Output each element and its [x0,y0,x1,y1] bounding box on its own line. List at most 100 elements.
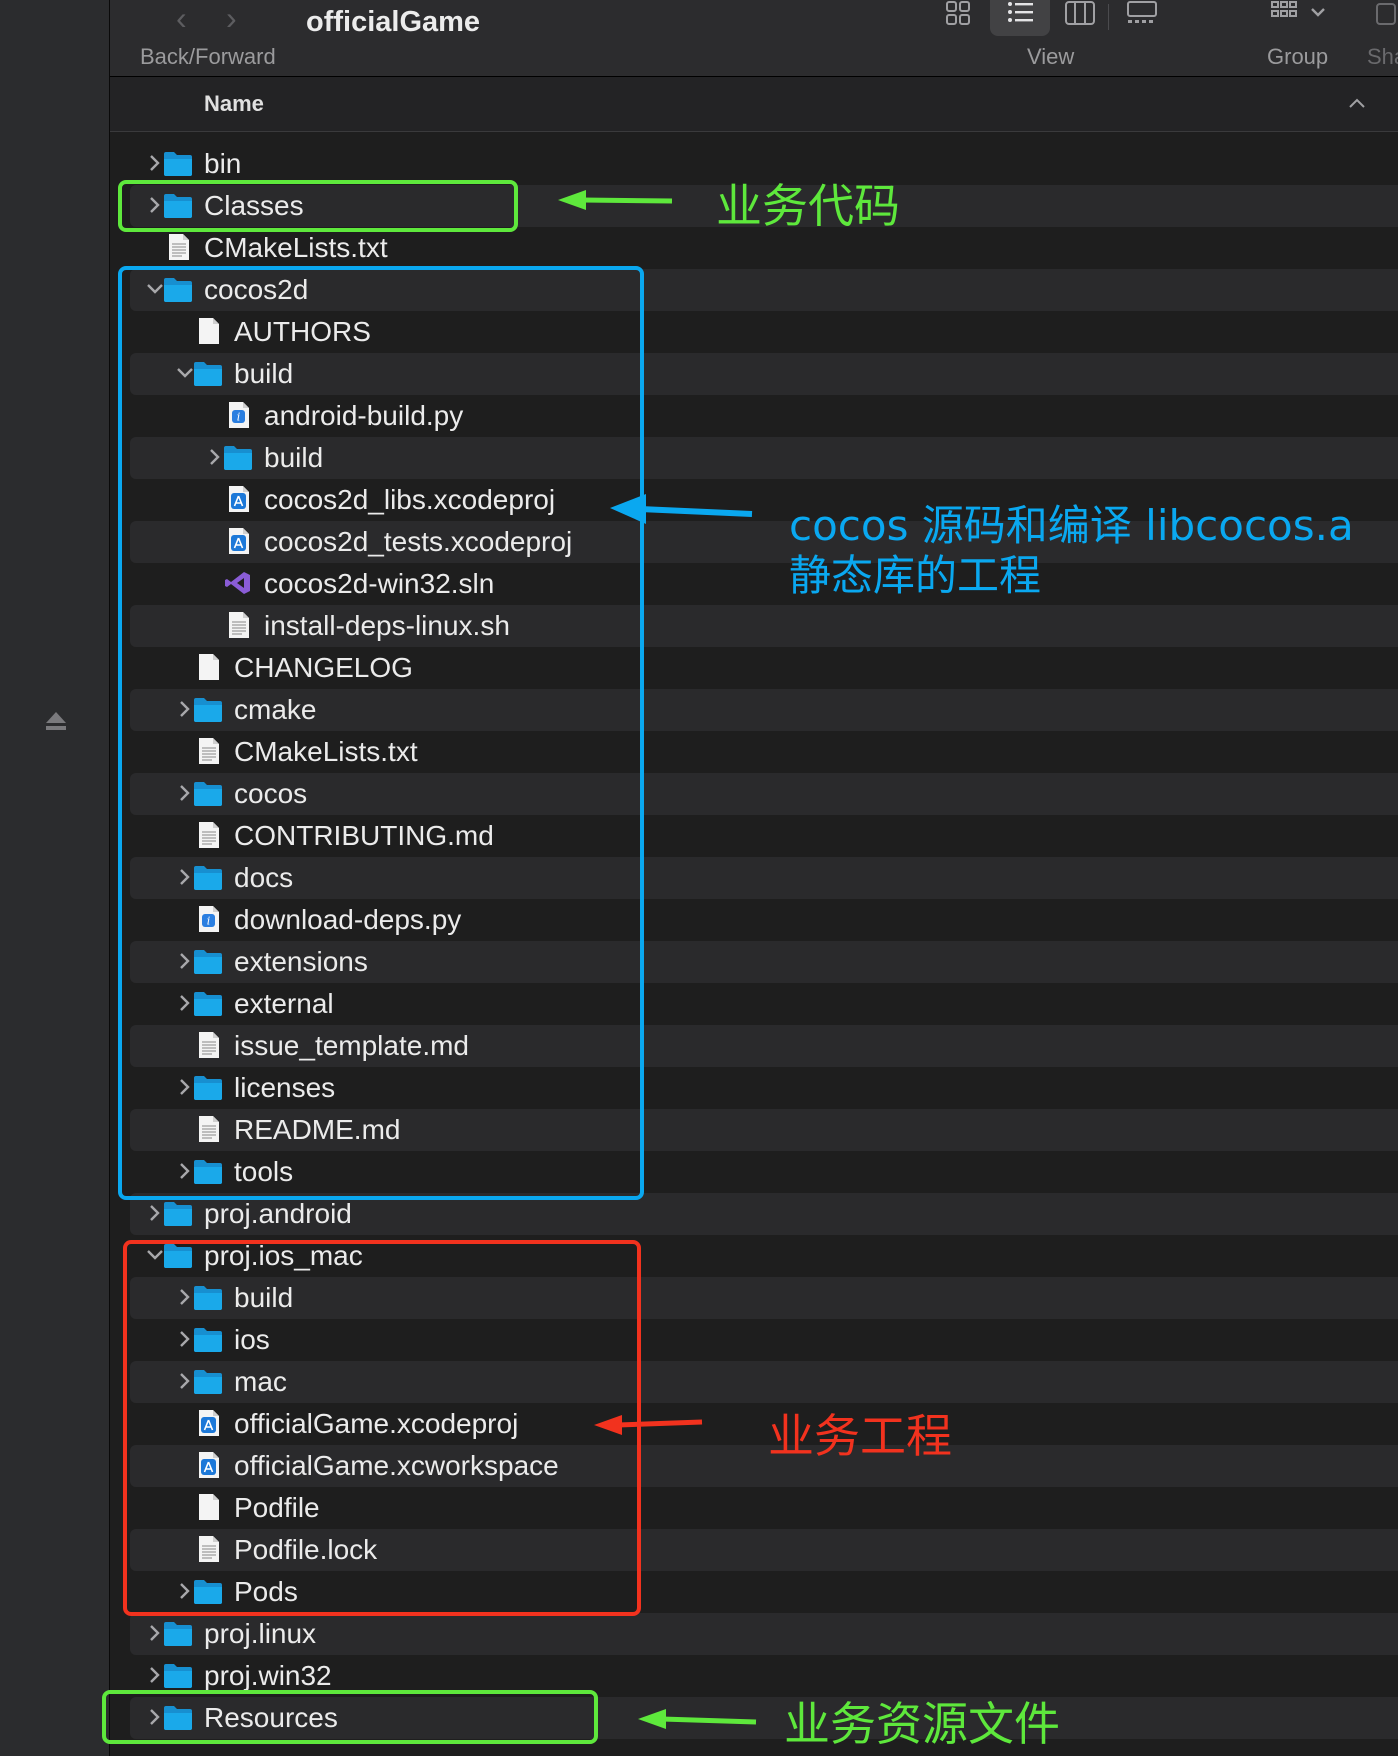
list-item[interactable]: i android-build.py [110,395,1398,437]
cocos-arrow-icon [610,494,753,524]
folder-icon [192,947,224,975]
python-file-icon: i [192,905,224,933]
file-name: download-deps.py [234,904,462,935]
text-document-icon [192,1535,224,1563]
file-name: extensions [234,946,368,977]
folder-icon [192,989,224,1017]
business-project-annotation: 业务工程 [768,1409,952,1463]
cocos-annotation-line2: 静态库的工程 [789,551,1042,600]
svg-text:i: i [237,411,241,424]
sort-ascending-chevron-icon[interactable] [1348,97,1366,109]
group-label: Group [1267,44,1329,69]
file-name: build [264,442,324,473]
xcode-project-icon [222,485,254,513]
list-item[interactable]: licenses [110,1067,1398,1109]
folder-icon [192,1325,224,1353]
file-name: cocos2d_tests.xcodeproj [264,526,573,557]
file-name: Pods [234,1576,298,1607]
file-name: proj.win32 [204,1660,332,1691]
file-name: docs [234,862,294,893]
folder-icon [162,1199,194,1227]
list-item[interactable]: issue_template.md [110,1025,1398,1067]
xcode-project-icon [192,1409,224,1437]
list-item[interactable]: ios [110,1319,1398,1361]
list-item[interactable]: build [110,353,1398,395]
folder-icon [192,1157,224,1185]
list-item[interactable]: install-deps-linux.sh [110,605,1398,647]
list-item[interactable]: proj.ios_mac [110,1235,1398,1277]
file-name: issue_template.md [234,1030,470,1061]
list-item[interactable]: CONTRIBUTING.md [110,815,1398,857]
text-document-icon [222,611,254,639]
business-code-arrow-icon [558,190,673,210]
list-item[interactable]: cocos2d [110,269,1398,311]
list-item[interactable]: cocos2d-win32.sln [110,563,1398,605]
file-name: cocos [234,778,308,809]
list-item[interactable]: Podfile [110,1487,1398,1529]
list-item[interactable]: CHANGELOG [110,647,1398,689]
file-name: licenses [234,1072,336,1103]
file-name: proj.android [204,1198,352,1229]
list-item[interactable]: extensions [110,941,1398,983]
list-item[interactable]: proj.win32 [110,1655,1398,1697]
text-document-icon [192,1031,224,1059]
file-name: Resources [204,1702,338,1733]
text-document-icon [162,233,194,261]
list-item[interactable]: officialGame.xcworkspace [110,1445,1398,1487]
folder-icon [192,1283,224,1311]
file-name: ios [234,1324,270,1355]
blank-document-icon [192,653,224,681]
eject-icon[interactable] [44,708,68,734]
list-item[interactable]: i download-deps.py [110,899,1398,941]
view-label: View [1027,44,1075,69]
file-name: Podfile [234,1492,320,1523]
list-item[interactable]: proj.linux [110,1613,1398,1655]
file-name: bin [204,148,242,179]
window-title: officialGame [306,6,481,38]
xcode-project-icon [222,527,254,555]
share-icon[interactable] [1374,0,1398,26]
list-item[interactable]: external [110,983,1398,1025]
list-view-icon [1008,2,1033,22]
list-item[interactable]: mac [110,1361,1398,1403]
file-name: cocos2d [204,274,309,305]
file-name: CMakeLists.txt [234,736,418,767]
file-name: build [234,1282,294,1313]
file-name: build [234,358,294,389]
list-item[interactable]: cocos [110,773,1398,815]
file-name: AUTHORS [234,316,371,347]
list-item[interactable]: cmake [110,689,1398,731]
icon-view-grid-icon[interactable] [945,0,971,26]
folder-icon [162,1619,194,1647]
list-item[interactable]: tools [110,1151,1398,1193]
business-project-arrow-icon [594,1415,703,1435]
forward-chevron-icon[interactable]: › [226,0,237,37]
text-document-icon [192,821,224,849]
list-item[interactable]: proj.android [110,1193,1398,1235]
file-name: CHANGELOG [234,652,413,683]
list-item[interactable]: officialGame.xcodeproj [110,1403,1398,1445]
list-item[interactable]: Podfile.lock [110,1529,1398,1571]
folder-icon [192,359,224,387]
file-name: cocos2d_libs.xcodeproj [264,484,556,515]
list-item[interactable]: build [110,1277,1398,1319]
gallery-view-icon[interactable] [1126,0,1158,26]
list-view-button[interactable] [990,0,1050,36]
business-resources-annotation: 业务资源文件 [784,1697,1060,1751]
visual-studio-solution-icon [222,569,254,597]
list-item[interactable]: build [110,437,1398,479]
file-name: Classes [204,190,304,221]
blank-document-icon [192,317,224,345]
chevron-down-icon[interactable] [1310,6,1326,18]
list-item[interactable]: Pods [110,1571,1398,1613]
python-file-icon: i [222,401,254,429]
back-chevron-icon[interactable]: ‹ [176,0,187,37]
list-item[interactable]: README.md [110,1109,1398,1151]
list-item[interactable]: docs [110,857,1398,899]
back-forward-label: Back/Forward [140,44,276,69]
column-view-icon[interactable] [1064,0,1096,26]
list-item[interactable]: CMakeLists.txt [110,731,1398,773]
name-column-header[interactable]: Name [204,91,264,117]
group-grid-icon[interactable] [1270,0,1298,26]
list-item[interactable]: AUTHORS [110,311,1398,353]
